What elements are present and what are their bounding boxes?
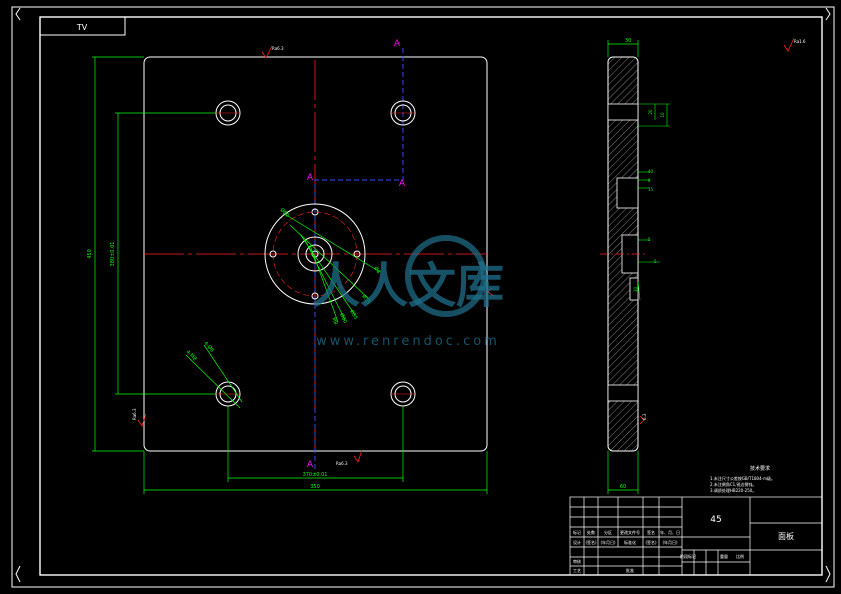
side-dim-8: 10	[633, 286, 638, 292]
tb-row3-0: 审核	[573, 558, 581, 564]
roughness-symbol-top: Ra6.3	[261, 45, 284, 59]
tb-row2-0: 设计	[573, 539, 581, 545]
width-dimension	[143, 406, 488, 494]
tb-row2-2: (年月日)	[600, 539, 616, 545]
tb-header-1: 处数	[587, 529, 595, 535]
title-block-part-name: 面板	[778, 531, 794, 541]
section-letter-bottom: A	[307, 460, 314, 470]
side-top-dim-label: 30	[625, 38, 631, 44]
svg-text:Ra6.3: Ra6.3	[336, 461, 348, 466]
hole-spacing-v-label: 380±0.01	[110, 242, 116, 267]
tech-req-line-1: 1.未注尺寸公差按GB/T1804-m级。	[710, 475, 775, 481]
side-dim-5: 15	[648, 187, 654, 192]
hole-top-left	[215, 100, 241, 126]
cad-drawing: TV A A A A Ø8 Ø15 Ø35 Ø80 Ø60 M8 4-M8 4-…	[11, 6, 835, 588]
side-dim-2: 20	[648, 109, 653, 115]
corner-mark-br	[825, 565, 831, 583]
technical-requirements: 技术要求 1.未注尺寸公差按GB/T1804-m级。 2.未注倒角C1,锐边倒钝…	[710, 465, 775, 493]
view-label: TV	[76, 23, 88, 32]
hole-bottom-right	[390, 381, 416, 407]
hole-spacing-h-label: 370±0.01	[303, 472, 328, 478]
hole-top-right	[390, 100, 416, 126]
svg-text:Ra1.6: Ra1.6	[794, 39, 806, 44]
roughness-symbol-bottom: Ra6.3	[336, 449, 363, 466]
tb-header-2: 分区	[604, 529, 612, 535]
tb-row4-0: 工艺	[573, 568, 581, 573]
tb-row2-3: 标准化	[624, 539, 636, 545]
boss-dim-6: M8	[330, 317, 338, 326]
svg-text:6.3: 6.3	[642, 413, 647, 420]
tech-req-line-3: 3.调质处理HB220-250。	[710, 487, 756, 493]
height-dim-label: 450	[87, 249, 93, 259]
side-dim-1: 10	[660, 112, 665, 118]
corner-mark-bl	[15, 565, 21, 583]
tb-header-4: 签名	[647, 529, 655, 535]
side-view: 30 10 20 40 8 15 5 5 10 60 Ra1.6 6.3	[600, 37, 806, 494]
svg-text:Ra6.3: Ra6.3	[272, 46, 284, 51]
watermark: 人人文库 www.renrendoc.com	[312, 235, 504, 349]
section-letter-top: A	[394, 39, 401, 49]
corner-mark-tr	[825, 7, 831, 21]
side-right-dimensions	[637, 103, 670, 301]
side-dim-4: 8	[648, 178, 651, 183]
watermark-brand: 人人文库	[312, 258, 504, 314]
side-top-dimension	[607, 40, 639, 57]
watermark-url: www.renrendoc.com	[316, 334, 500, 349]
side-bottom-dim-label: 60	[620, 484, 626, 490]
tb-row2-1: (签名)	[585, 539, 597, 545]
corner-dim-2: 4-Ø8	[202, 340, 215, 354]
tb-row2-4: (签名)	[645, 539, 657, 545]
side-roughness-top: Ra1.6	[783, 37, 806, 52]
corner-mark-tl	[15, 7, 21, 21]
tb-header-0: 标记	[573, 529, 581, 535]
tb-header-5: 年、月、日	[660, 529, 680, 535]
side-hole-upper	[607, 103, 639, 121]
side-hole-lower	[607, 384, 639, 402]
side-dim-6: 5	[648, 237, 651, 242]
svg-text:Ra6.3: Ra6.3	[132, 408, 137, 420]
side-roughness-right: 6.3	[639, 413, 647, 425]
width-dim-label: 350	[310, 484, 320, 490]
section-letter-mid-right: A	[399, 179, 406, 189]
tb-stage-1: 重量	[720, 553, 728, 559]
tb-stage-2: 比例	[736, 553, 744, 559]
section-letter-mid-left: A	[307, 173, 314, 183]
title-block-material: 45	[710, 515, 721, 525]
side-step-1	[616, 177, 639, 209]
tech-req-line-2: 2.未注倒角C1,锐边倒钝。	[710, 481, 756, 487]
side-dim-7: 5	[654, 259, 657, 264]
tb-row2-5: (年月日)	[662, 539, 678, 545]
tb-header-3: 更改文件号	[620, 529, 640, 535]
tech-req-title: 技术要求	[750, 465, 770, 472]
tb-stage-0: 阶段标记	[680, 553, 696, 559]
side-dim-3: 40	[648, 169, 654, 174]
tb-row4-3: 批准	[626, 567, 634, 573]
